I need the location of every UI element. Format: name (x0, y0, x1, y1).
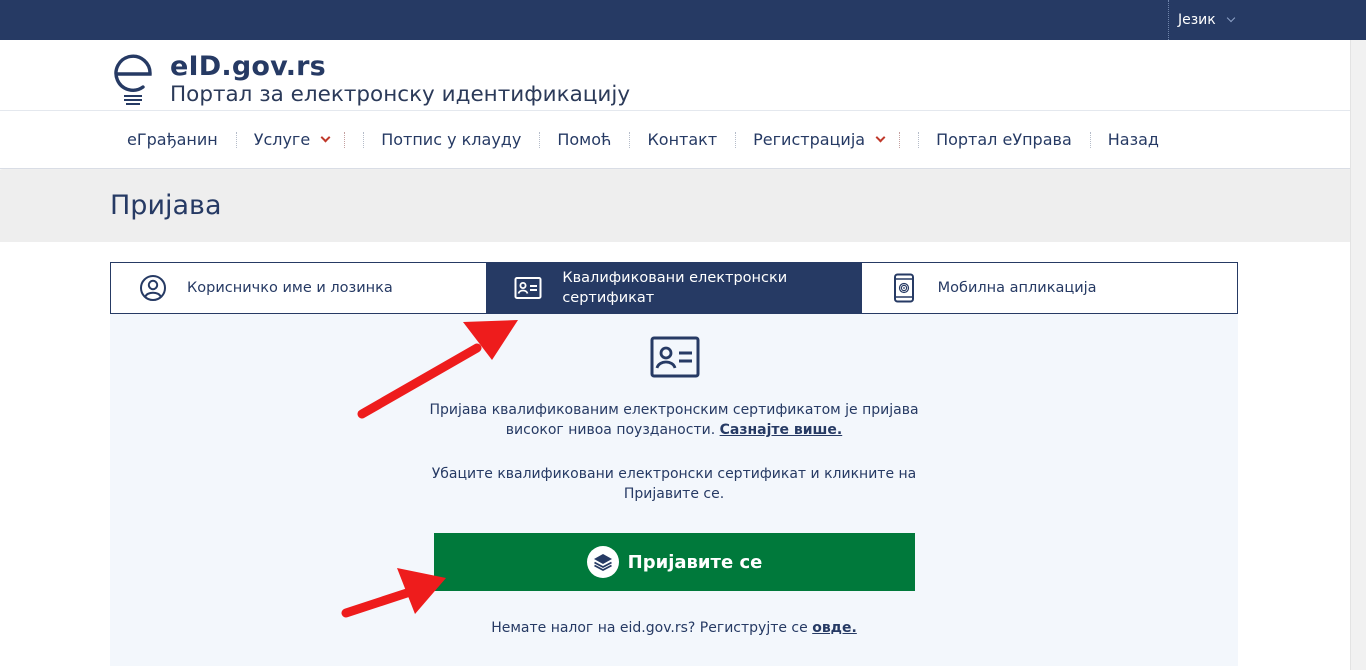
nav-item-egradjanin[interactable]: еГрађанин (109, 128, 236, 152)
certificate-info-text: Пријава квалификованим електронским серт… (429, 402, 919, 438)
tab-mobile-app[interactable]: Мобилна апликација (862, 263, 1237, 313)
site-header: eID.gov.rs Портал за електронску идентиф… (0, 40, 1366, 111)
login-method-tabs: Корисничко име и лозинка Квалификовани е… (110, 262, 1238, 314)
nav-item-usluge[interactable]: Услуге (235, 128, 364, 152)
tab-label: Квалификовани електронски сертификат (562, 270, 788, 306)
scrollbar[interactable] (1350, 40, 1366, 670)
site-title[interactable]: eID.gov.rs (170, 51, 326, 82)
user-circle-icon (137, 272, 169, 304)
layers-icon (586, 546, 619, 578)
chevron-down-icon (320, 132, 331, 142)
tab-qualified-certificate[interactable]: Квалификовани електронски сертификат (486, 263, 862, 313)
id-card-icon (512, 272, 544, 304)
tab-label: Корисничко име и лозинка (187, 280, 393, 296)
page-heading-band: Пријава (0, 170, 1366, 242)
login-button-label: Пријавите се (627, 551, 763, 573)
main-nav: еГрађанин Услуге Потпис у клауду Помоћ К… (0, 111, 1366, 169)
page-title: Пријава (110, 190, 222, 221)
register-prompt: Немате налог на eid.gov.rs? Региструјте … (491, 620, 857, 636)
certificate-instruction: Убаците квалификовани електронски сертиф… (431, 466, 917, 502)
id-card-icon (650, 336, 700, 378)
top-bar: Језик (0, 0, 1366, 40)
certificate-login-panel: Пријава квалификованим електронским серт… (110, 314, 1238, 666)
learn-more-link[interactable]: Сазнајте више. (720, 422, 843, 438)
language-selector[interactable]: Језик (1168, 0, 1235, 40)
chevron-down-icon (875, 132, 886, 142)
nav-item-portal-euprava[interactable]: Портал еУправа (918, 128, 1090, 152)
language-label: Језик (1178, 12, 1216, 28)
tab-label: Мобилна апликација (937, 280, 1097, 296)
eid-logo-icon[interactable] (110, 50, 160, 108)
site-subtitle: Портал за електронску идентификацију (170, 82, 631, 107)
tab-username-password[interactable]: Корисничко име и лозинка (111, 263, 486, 313)
register-link[interactable]: овде. (812, 620, 857, 636)
nav-item-nazad[interactable]: Назад (1089, 128, 1177, 152)
chevron-down-icon (1226, 13, 1235, 23)
nav-item-pomoc[interactable]: Помоћ (539, 128, 629, 152)
nav-item-kontakt[interactable]: Контакт (629, 128, 735, 152)
nav-item-potpis-u-klaudu[interactable]: Потпис у клауду (363, 128, 539, 152)
nav-item-registracija[interactable]: Регистрација (735, 128, 918, 152)
login-button[interactable]: Пријавите се (434, 533, 915, 591)
mobile-phone-icon (888, 272, 920, 304)
